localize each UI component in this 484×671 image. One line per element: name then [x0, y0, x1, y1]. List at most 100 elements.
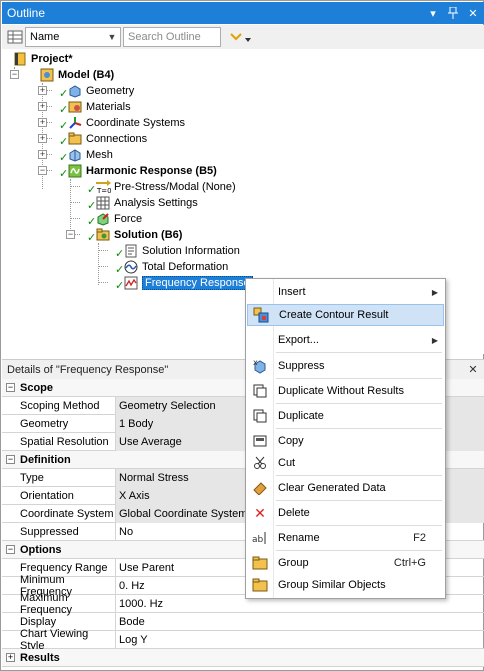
menu-label: Cut: [278, 457, 296, 469]
tree-item-project[interactable]: Project*: [12, 51, 73, 67]
tree-label: Solution Information: [142, 245, 240, 257]
menu-item-create-contour-result[interactable]: Create Contour Result: [247, 304, 444, 326]
tree-label: Coordinate Systems: [86, 117, 186, 129]
menu-item-rename[interactable]: ab Rename F2: [247, 527, 444, 549]
pre-stress-icon: ✓ T=0: [87, 179, 111, 196]
svg-text:ab: ab: [252, 535, 264, 545]
close-icon[interactable]: ✕: [464, 361, 482, 379]
menu-item-cut[interactable]: Cut: [247, 452, 444, 474]
coordinate-systems-icon: ✓: [59, 115, 83, 132]
menu-label: Clear Generated Data: [278, 482, 386, 494]
menu-item-export[interactable]: Export... ▶: [247, 329, 444, 351]
menu-item-group-similar-objects[interactable]: Group Similar Objects: [247, 574, 444, 596]
tree-label: Materials: [86, 101, 131, 113]
expand-toggle[interactable]: +: [38, 150, 47, 159]
tree-item-total-deformation[interactable]: ✓ Total Deformation: [115, 259, 228, 276]
model-icon: [39, 67, 55, 83]
search-input[interactable]: Search Outline: [123, 27, 221, 47]
connections-icon: ✓: [59, 131, 83, 148]
row-label: Scoping Method: [2, 396, 116, 415]
menu-label: Copy: [278, 435, 304, 447]
menu-item-group[interactable]: Group Ctrl+G: [247, 552, 444, 574]
collapse-toggle[interactable]: −: [10, 70, 19, 79]
expand-toggle[interactable]: +: [38, 102, 47, 111]
tree-item-solution-information[interactable]: ✓ Solution Information: [115, 243, 240, 260]
row-label: Coordinate System: [2, 504, 116, 523]
tree-label: Frequency Response: [142, 276, 253, 290]
menu-item-suppress[interactable]: x Suppress: [247, 355, 444, 377]
filter-options-button[interactable]: [227, 27, 255, 47]
menu-item-insert[interactable]: Insert ▶: [247, 281, 444, 303]
check-icon: ✓: [115, 280, 125, 292]
solution-icon: ✓: [87, 227, 111, 244]
menu-label: Export...: [278, 334, 319, 346]
duplicate-icon: [247, 380, 273, 402]
tree-label: Project*: [31, 53, 73, 65]
expand-toggle[interactable]: +: [38, 86, 47, 95]
section-label: Results: [20, 651, 60, 664]
tree-item-coordinate-systems[interactable]: ✓ Coordinate Systems: [59, 115, 186, 132]
menu-label: Create Contour Result: [279, 309, 389, 321]
section-label: Options: [20, 543, 62, 556]
row-value[interactable]: Bode: [116, 613, 484, 631]
tree-item-force[interactable]: ✓ Force: [87, 211, 142, 228]
tree-item-solution[interactable]: ✓ Solution (B6): [87, 227, 182, 244]
pin-icon[interactable]: [444, 4, 462, 22]
menu-item-duplicate[interactable]: Duplicate: [247, 405, 444, 427]
section-label: Definition: [20, 453, 71, 466]
row-label: Spatial Resolution: [2, 432, 116, 451]
tree-label: Model (B4): [58, 69, 115, 81]
total-deformation-icon: ✓: [115, 259, 139, 276]
table-row[interactable]: Chart Viewing Style Log Y: [2, 628, 484, 652]
contour-result-icon: [248, 304, 274, 326]
tree-item-materials[interactable]: ✓ Materials: [59, 99, 131, 116]
menu-label: Rename: [278, 532, 320, 544]
row-label: Type: [2, 468, 116, 487]
collapse-toggle[interactable]: −: [38, 166, 47, 175]
check-icon: ✓: [87, 232, 97, 244]
tree-item-geometry[interactable]: ✓ Geometry: [59, 83, 134, 100]
menu-label: Group Similar Objects: [278, 579, 386, 591]
outline-window: Outline ▾ ✕ Name ▼ Search Outline Projec…: [0, 0, 484, 671]
analysis-settings-icon: ✓: [87, 195, 111, 212]
suppress-icon: x: [247, 355, 273, 377]
menu-item-delete[interactable]: ✕ Delete: [247, 502, 444, 524]
materials-icon: ✓: [59, 99, 83, 116]
copy-icon: [247, 430, 273, 452]
chevron-right-icon: ▶: [431, 335, 438, 345]
menu-item-copy[interactable]: Copy: [247, 430, 444, 452]
window-title: Outline: [7, 6, 46, 20]
tree-label: Connections: [86, 133, 148, 145]
tree-item-connections[interactable]: ✓ Connections: [59, 131, 148, 148]
svg-text:x: x: [253, 358, 258, 367]
tree-label: Analysis Settings: [114, 197, 198, 209]
menu-shortcut: F2: [413, 532, 426, 544]
tree-item-frequency-response[interactable]: ✓ Frequency Response: [115, 275, 253, 292]
mesh-icon: ✓: [59, 147, 83, 164]
expand-toggle[interactable]: +: [38, 118, 47, 127]
tree-item-pre-stress[interactable]: ✓ T=0 Pre-Stress/Modal (None): [87, 179, 236, 196]
expand-toggle[interactable]: +: [38, 134, 47, 143]
tree-item-model[interactable]: Model (B4): [39, 67, 114, 83]
tree-item-analysis-settings[interactable]: ✓ Analysis Settings: [87, 195, 198, 212]
collapse-toggle[interactable]: −: [66, 230, 75, 239]
check-icon: ✓: [59, 168, 69, 180]
close-icon[interactable]: ✕: [464, 4, 482, 22]
menu-label: Group: [278, 557, 309, 569]
section-results[interactable]: + Results: [2, 649, 484, 667]
chevron-down-icon: ▼: [107, 32, 117, 42]
title-bar: Outline ▾ ✕: [2, 2, 484, 24]
menu-shortcut: Ctrl+G: [393, 557, 426, 569]
delete-icon: ✕: [254, 504, 266, 521]
menu-item-clear-generated-data[interactable]: Clear Generated Data: [247, 477, 444, 499]
menu-label: Suppress: [278, 360, 325, 372]
row-value[interactable]: Log Y: [116, 631, 484, 649]
menu-item-duplicate-without-results[interactable]: Duplicate Without Results: [247, 380, 444, 402]
tree-item-harmonic-response[interactable]: ✓ Harmonic Response (B5): [59, 163, 217, 180]
tree-item-mesh[interactable]: ✓ Mesh: [59, 147, 113, 164]
menu-label: Duplicate Without Results: [278, 385, 404, 397]
chevron-right-icon: ▶: [431, 287, 438, 297]
dropdown-icon[interactable]: ▾: [424, 4, 442, 22]
filter-select[interactable]: Name ▼: [25, 27, 121, 47]
menu-label: Delete: [278, 507, 310, 519]
